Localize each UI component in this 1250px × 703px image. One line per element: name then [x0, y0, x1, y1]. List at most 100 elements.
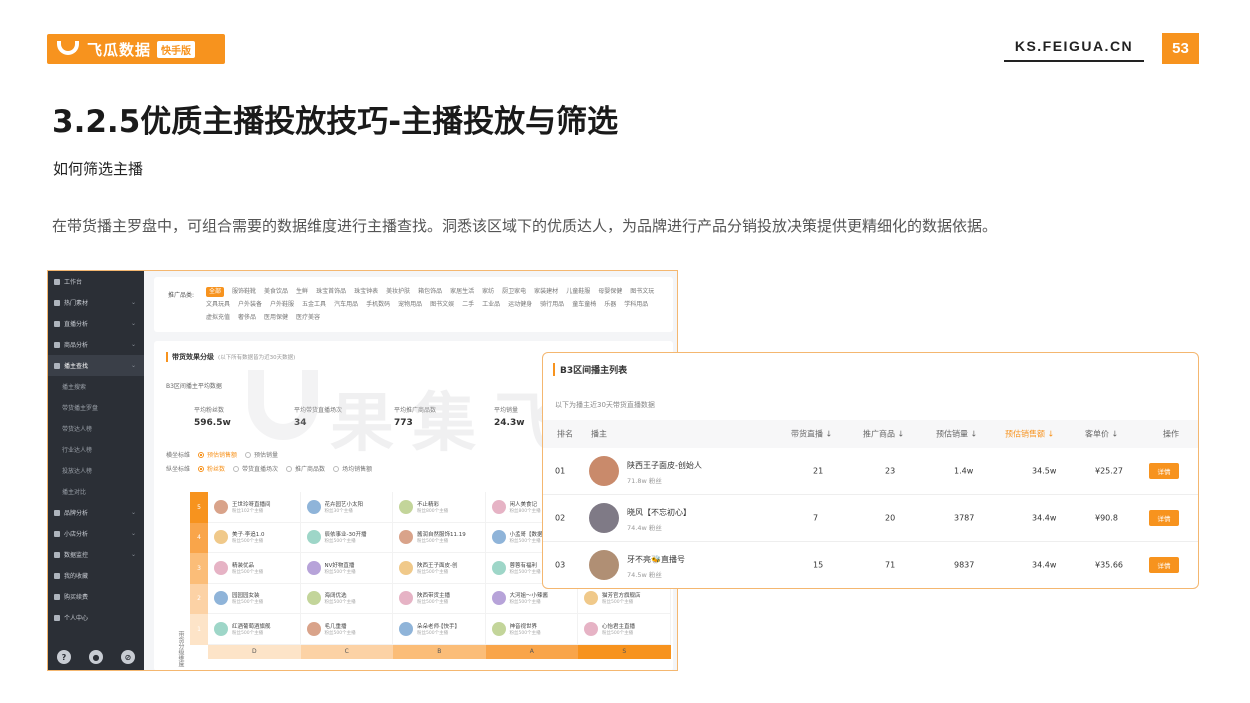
category-item[interactable]: 五金工具 — [302, 300, 326, 310]
sidebar-item[interactable]: 播主查找 ⌄ — [48, 355, 144, 376]
category-item[interactable]: 户外装备 — [238, 300, 262, 310]
category-item[interactable]: 户外鞋服 — [270, 300, 294, 310]
category-item[interactable]: 生鲜 — [296, 287, 308, 297]
column-header[interactable]: 客单价 ↓ — [1085, 429, 1118, 440]
wechat-icon[interactable]: ● — [89, 650, 103, 664]
column-header[interactable]: 推广商品 ↓ — [863, 429, 904, 440]
sidebar-item[interactable]: 热门素材 ⌄ — [48, 292, 144, 313]
sidebar-item[interactable]: 小店分析 ⌄ — [48, 523, 144, 544]
compass-cell[interactable]: 美子·李追1.0 粉丝500个主播 — [208, 522, 301, 553]
category-item[interactable]: 儿童鞋服 — [566, 287, 590, 297]
compass-cell[interactable]: 精装优品 粉丝500个主播 — [208, 553, 301, 584]
sidebar-item[interactable]: 播主对比 — [48, 481, 144, 502]
compass-cell[interactable]: 不止精彩 粉丝800个主播 — [393, 492, 486, 523]
avatar — [214, 591, 228, 606]
category-item[interactable]: 文具玩具 — [206, 300, 230, 310]
compass-cell[interactable]: 辰依事业-30开播 粉丝500个主播 — [300, 522, 393, 553]
detail-button[interactable]: 详情 — [1149, 557, 1179, 573]
compass-cell[interactable]: 陕西王子面皮-创 粉丝500个主播 — [393, 553, 486, 584]
category-item[interactable]: 美妆护肤 — [386, 287, 410, 297]
compass-cell[interactable]: 海阔优选 粉丝500个主播 — [300, 583, 393, 614]
compass-cell[interactable]: 朵朵老师·【快手】 粉丝500个主播 — [393, 614, 486, 645]
sidebar-item[interactable]: 商品分析 ⌄ — [48, 334, 144, 355]
compass-cell[interactable]: 心怡君主直播 粉丝500个主播 — [578, 614, 671, 645]
y-filter-option[interactable]: 场均销售额 — [325, 466, 372, 473]
category-item[interactable]: 运动健身 — [508, 300, 532, 310]
category-item[interactable]: 家居生活 — [450, 287, 474, 297]
category-item[interactable]: 童车童椅 — [572, 300, 596, 310]
category-item[interactable]: 学科用品 — [624, 300, 648, 310]
category-item[interactable]: 乐器 — [604, 300, 616, 310]
streamer-info: 花卉园艺小太阳 粉丝30个主播 — [325, 500, 389, 514]
category-item[interactable]: 骑行用品 — [540, 300, 564, 310]
sidebar-item[interactable]: 直播分析 ⌄ — [48, 313, 144, 334]
radio-icon — [333, 466, 340, 472]
sidebar-item[interactable]: 我的收藏 — [48, 565, 144, 586]
compass-cell[interactable]: 园园园女装 粉丝500个主播 — [208, 583, 301, 614]
x-filter-option[interactable]: 预估销售额 — [190, 452, 237, 459]
help-icon[interactable]: ? — [57, 650, 71, 664]
streamer-name[interactable]: 晓风【不忘初心】 — [627, 507, 691, 518]
sidebar-item[interactable]: 数据监控 ⌄ — [48, 544, 144, 565]
compass-cell[interactable]: 红酒葡萄酒旗舰 粉丝500个主播 — [208, 614, 301, 645]
sidebar-item[interactable]: 播主搜索 — [48, 376, 144, 397]
streamer-name: 毛几重播 — [324, 623, 347, 630]
category-item[interactable]: 汽车用品 — [334, 300, 358, 310]
category-item[interactable]: 虚拟充值 — [206, 313, 230, 323]
category-item[interactable]: 工业品 — [482, 300, 500, 310]
detail-button[interactable]: 详情 — [1149, 463, 1179, 479]
compass-cell[interactable]: 酱润自然服饰11.19 粉丝500个主播 — [393, 522, 486, 553]
column-header[interactable]: 预估销量 ↓ — [936, 429, 977, 440]
avatar — [491, 621, 506, 636]
streamer-info: 园园园女装 粉丝500个主播 — [232, 591, 296, 605]
sidebar-item[interactable]: 带货达人榜 — [48, 418, 144, 439]
compass-sub: B3区间播主平均数据 — [166, 383, 222, 390]
category-item[interactable]: 厨卫家电 — [502, 287, 526, 297]
category-item[interactable]: 美食饮品 — [264, 287, 288, 297]
compass-cell[interactable]: 王世玲呀直播间 粉丝102个主播 — [208, 492, 301, 523]
avatar — [399, 591, 413, 606]
compass-cell[interactable]: NV好物直播 粉丝500个主播 — [300, 553, 393, 584]
category-item[interactable]: 珠宝首饰品 — [316, 287, 346, 297]
sidebar-item[interactable]: 品牌分析 ⌄ — [48, 502, 144, 523]
chevron-down-icon: ⌄ — [130, 320, 136, 327]
category-item[interactable]: 奢侈品 — [238, 313, 256, 323]
streamer-info: 朵朵老师·【快手】 粉丝500个主播 — [417, 622, 481, 636]
x-filter-option[interactable]: 预估销量 — [237, 452, 278, 459]
category-item[interactable]: 图书文玩 — [630, 287, 654, 297]
category-item[interactable]: 珠宝钟表 — [354, 287, 378, 297]
sidebar-item[interactable]: 工作台 — [48, 271, 144, 292]
category-item[interactable]: 医疗美容 — [296, 313, 320, 323]
sidebar-item[interactable]: 行业达人榜 — [48, 439, 144, 460]
sidebar-item[interactable]: 购买续费 — [48, 586, 144, 607]
category-item[interactable]: 箱包饰品 — [418, 287, 442, 297]
category-item[interactable]: 家装建材 — [534, 287, 558, 297]
streamer-name[interactable]: 牙不亮🐝直播号 — [627, 554, 685, 565]
sidebar-item[interactable]: 带货播主罗盘 — [48, 397, 144, 418]
category-item[interactable]: 图书文娱 — [430, 300, 454, 310]
compass-cell[interactable]: 神音视世界 粉丝500个主播 — [485, 614, 578, 645]
column-header[interactable]: 预估销售额 ↓ — [1005, 429, 1054, 440]
compass-cell[interactable]: 陕西带货主播 粉丝500个主播 — [393, 583, 486, 614]
compass-cell[interactable]: 花卉园艺小太阳 粉丝30个主播 — [300, 492, 393, 523]
detail-button[interactable]: 详情 — [1149, 510, 1179, 526]
chevron-down-icon: ⌄ — [130, 362, 136, 369]
compass-cell[interactable]: 毛几重播 粉丝500个主播 — [300, 614, 393, 645]
category-item[interactable]: 宠物用品 — [398, 300, 422, 310]
y-filter-option[interactable]: 粉丝数 — [190, 466, 225, 473]
link-icon[interactable]: ⊘ — [121, 650, 135, 664]
category-item[interactable]: 全部 — [206, 287, 225, 297]
streamer-name[interactable]: 陕西王子面皮-创始人 — [627, 460, 702, 471]
category-item[interactable]: 医用保健 — [264, 313, 288, 323]
category-item[interactable]: 二手 — [462, 300, 474, 310]
category-item[interactable]: 服饰鞋靴 — [232, 287, 256, 297]
column-header[interactable]: 带货直播 ↓ — [791, 429, 832, 440]
category-item[interactable]: 手机数码 — [366, 300, 390, 310]
y-filter-option[interactable]: 带货直播场次 — [225, 466, 278, 473]
sidebar-item-icon — [54, 614, 60, 621]
y-filter-option[interactable]: 推广商品数 — [278, 466, 325, 473]
sidebar-item[interactable]: 投放达人榜 — [48, 460, 144, 481]
category-item[interactable]: 家纺 — [482, 287, 494, 297]
category-item[interactable]: 母婴保健 — [598, 287, 622, 297]
sidebar-item[interactable]: 个人中心 — [48, 607, 144, 628]
